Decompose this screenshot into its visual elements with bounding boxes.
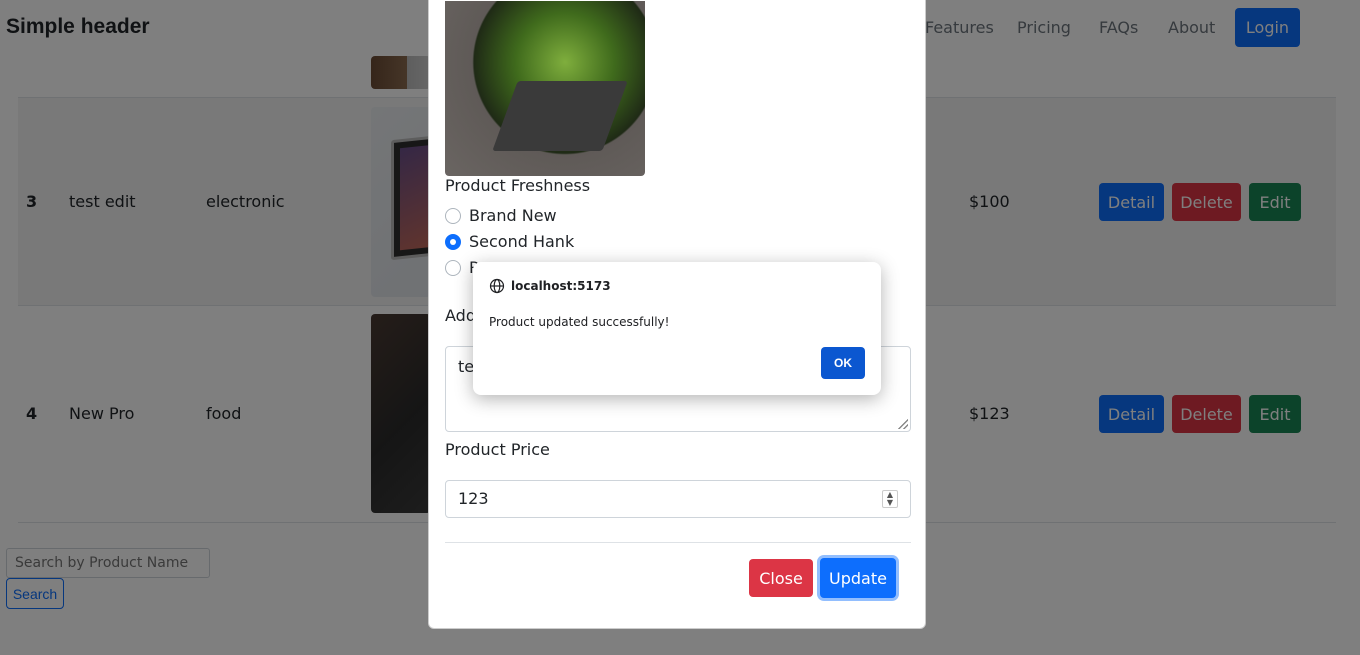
number-spinner-icon[interactable]: ▲ ▼ <box>882 490 898 508</box>
radio-brand-new[interactable]: Brand New <box>445 206 557 225</box>
resize-grip-icon[interactable] <box>898 419 908 429</box>
radio-circle[interactable] <box>445 207 461 224</box>
alert-ok-button[interactable]: OK <box>821 347 865 379</box>
alert-origin: localhost:5173 <box>489 278 611 294</box>
modal-footer-divider <box>445 542 911 543</box>
radio-second-hank[interactable]: Second Hank <box>445 232 574 251</box>
globe-icon <box>489 278 505 294</box>
radio-label: Second Hank <box>469 232 575 251</box>
product-image <box>445 1 645 176</box>
update-button[interactable]: Update <box>820 558 896 598</box>
browser-alert-dialog: localhost:5173 Product updated successfu… <box>473 262 881 395</box>
alert-message: Product updated successfully! <box>489 315 670 329</box>
close-button[interactable]: Close <box>749 559 813 597</box>
price-value: 123 <box>458 489 489 508</box>
price-label: Product Price <box>445 440 550 459</box>
freshness-label: Product Freshness <box>445 176 591 195</box>
alert-origin-text: localhost:5173 <box>511 279 611 293</box>
radio-circle[interactable] <box>445 233 461 250</box>
radio-circle[interactable] <box>445 259 461 276</box>
additional-info-label: Add <box>445 306 476 325</box>
radio-label: Brand New <box>469 206 557 225</box>
price-input[interactable]: 123 ▲ ▼ <box>445 480 911 518</box>
